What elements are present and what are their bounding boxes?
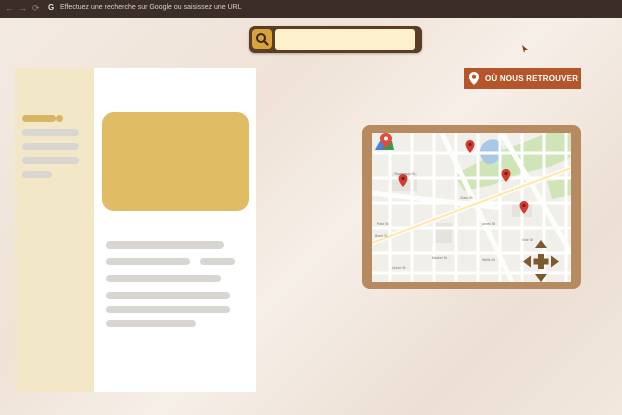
address-bar[interactable]: Effectuez une recherche sur Google ou sa…: [60, 4, 242, 11]
map-pin-icon: [469, 72, 479, 85]
map-street-label: Union St: [392, 266, 405, 270]
map-marker-icon[interactable]: [465, 140, 475, 153]
map-street-label: Bond St: [375, 234, 387, 238]
text-line-placeholder: [106, 320, 196, 327]
arrow-right-icon[interactable]: →: [18, 3, 27, 13]
search-button[interactable]: [252, 29, 272, 49]
text-line-placeholder: [200, 258, 235, 265]
move-arrows-icon[interactable]: [523, 240, 559, 282]
sidebar-line-placeholder: [22, 171, 52, 178]
sidebar-line-placeholder: [22, 129, 79, 136]
map-street-label: Market St: [432, 256, 447, 260]
search-bar: [249, 26, 422, 53]
arrow-left-icon[interactable]: ←: [5, 3, 14, 13]
reload-icon[interactable]: ⟳: [32, 3, 40, 14]
text-line-placeholder: [106, 306, 230, 313]
text-line-placeholder: [106, 258, 190, 265]
text-line-placeholder: [106, 241, 224, 249]
map-street-label: Wells St: [482, 258, 495, 262]
image-placeholder: [102, 112, 249, 211]
google-icon: G: [48, 3, 55, 12]
map-view[interactable]: Thompson St Clark St Park St Ames St Bon…: [372, 133, 571, 282]
text-line-placeholder: [106, 292, 230, 299]
find-us-button[interactable]: OÙ NOUS RETROUVER: [464, 68, 581, 89]
sidebar-title-placeholder: [22, 115, 56, 122]
browser-toolbar: ← → ⟳ G Effectuez une recherche sur Goog…: [0, 0, 622, 18]
text-line-placeholder: [106, 275, 221, 282]
map-street-label: Ames St: [482, 222, 495, 226]
sidebar-dot: [56, 115, 63, 122]
sidebar-line-placeholder: [22, 143, 79, 150]
find-us-label: OÙ NOUS RETROUVER: [485, 74, 579, 83]
cursor-icon: [522, 45, 528, 53]
map-street-label: Park St: [377, 222, 389, 226]
map-street-label: Vine St: [522, 238, 533, 242]
search-input[interactable]: [275, 29, 415, 50]
sidebar-line-placeholder: [22, 157, 79, 164]
map-street-label: Clark St: [460, 196, 472, 200]
search-icon: [256, 33, 269, 46]
